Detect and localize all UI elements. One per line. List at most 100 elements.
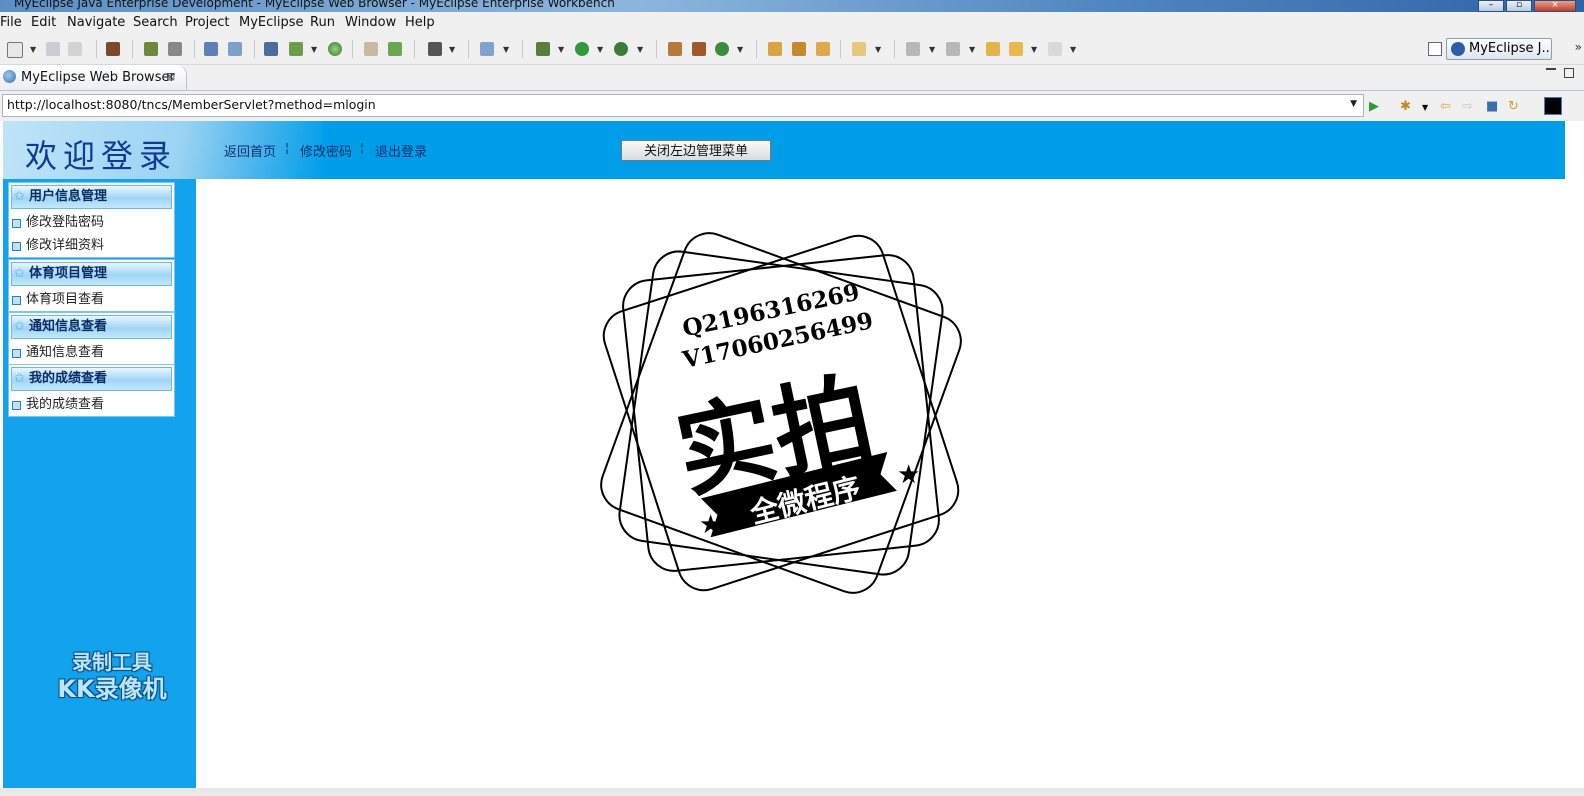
toolbar-separator	[352, 40, 353, 58]
new-class-icon[interactable]	[715, 42, 729, 56]
menu-myeclipse[interactable]: MyEclipse	[239, 15, 304, 30]
minimize-window-button[interactable]: –	[1478, 0, 1504, 12]
page-title: 欢迎登录	[25, 137, 178, 175]
toggle-menu-button[interactable]: 关闭左边管理菜单	[621, 140, 771, 161]
open-type-icon[interactable]	[768, 42, 782, 56]
toolbar-separator	[656, 40, 657, 58]
browser-forward-icon[interactable]: ⇨	[1462, 99, 1473, 114]
menu-search[interactable]: Search	[133, 15, 178, 30]
tab-web-browser[interactable]: MyEclipse Web Browser ⊠	[0, 65, 187, 90]
menu-group-title[interactable]: ✩ 我的成绩查看	[11, 367, 172, 391]
search-icon[interactable]	[228, 42, 242, 56]
menu-bar: File Edit Navigate Search Project MyEcli…	[0, 12, 1584, 34]
wizard-icon[interactable]	[204, 42, 218, 56]
browser-back-icon[interactable]: ⇦	[1440, 99, 1451, 114]
perspective-switcher[interactable]: MyEclipse J...	[1446, 38, 1552, 60]
menu-help[interactable]: Help	[405, 15, 435, 30]
external-tools-icon[interactable]	[614, 42, 628, 56]
close-window-button[interactable]: ×	[1534, 0, 1576, 12]
open-folder-icon[interactable]	[364, 42, 378, 56]
watermark-line1: 录制工具	[72, 650, 152, 674]
server-icon[interactable]	[168, 42, 182, 56]
tab-label: MyEclipse Web Browser	[21, 70, 175, 85]
chevron-down-icon[interactable]: ▼	[1031, 45, 1037, 54]
menu-edit[interactable]: Edit	[31, 15, 56, 30]
new-package-icon[interactable]	[692, 42, 706, 56]
favorites-icon[interactable]: ✱	[1400, 99, 1411, 114]
chevron-down-icon[interactable]: ▼	[597, 45, 603, 54]
close-icon[interactable]: ⊠	[166, 70, 175, 83]
stamp-overlay: ★ ★ Q2196316269 V17060256499 实拍 全微程序	[595, 227, 967, 599]
menu-item-change-login-password[interactable]: 修改登陆密码	[9, 211, 174, 234]
chevron-down-icon[interactable]: ▼	[1070, 45, 1076, 54]
menu-group-title[interactable]: ✩ 用户信息管理	[11, 185, 172, 209]
hierarchy-icon[interactable]	[264, 42, 278, 56]
new-file-icon[interactable]	[7, 42, 23, 58]
chevron-down-icon[interactable]: ▼	[637, 45, 643, 54]
menu-group-user: ✩ 用户信息管理 修改登陆密码 修改详细资料	[8, 182, 175, 258]
menu-project[interactable]: Project	[185, 15, 229, 30]
minimize-view-icon[interactable]	[1546, 68, 1556, 70]
change-password-link[interactable]: 修改密码	[300, 141, 352, 160]
star-icon: ✩	[14, 266, 25, 281]
next-annotation-icon[interactable]	[906, 42, 920, 56]
folder-icon[interactable]	[852, 42, 866, 56]
menu-item-view-notices[interactable]: 通知信息查看	[9, 341, 174, 364]
maximize-view-icon[interactable]	[1564, 68, 1574, 78]
menu-item-view-sports[interactable]: 体育项目查看	[9, 288, 174, 311]
open-perspective-icon[interactable]	[1428, 42, 1442, 56]
url-input[interactable]	[3, 95, 1337, 114]
chevron-down-icon[interactable]: ▼	[449, 45, 455, 54]
watermark-line2: KK录像机	[57, 675, 167, 703]
class-icon[interactable]	[289, 42, 303, 56]
menu-file[interactable]: File	[0, 15, 22, 30]
chevron-down-icon[interactable]: ▼	[875, 45, 881, 54]
print-icon[interactable]	[68, 42, 82, 56]
url-field[interactable]: ▼	[2, 94, 1364, 117]
browser-address-bar: ▼	[0, 91, 1584, 121]
camera-icon[interactable]	[428, 42, 442, 56]
go-icon[interactable]: ▶	[1369, 99, 1379, 114]
menu-item-edit-profile[interactable]: 修改详细资料	[9, 234, 174, 257]
menu-group-title[interactable]: ✩ 体育项目管理	[11, 262, 172, 286]
refresh-icon[interactable]: ↻	[1508, 99, 1519, 114]
previous-annotation-icon[interactable]	[946, 42, 960, 56]
chevron-right-icon[interactable]: »	[1575, 40, 1582, 54]
chevron-down-icon[interactable]: ▼	[1350, 99, 1357, 109]
chevron-down-icon[interactable]: ▼	[311, 45, 317, 54]
debug-icon[interactable]	[536, 42, 550, 56]
last-edit-icon[interactable]	[986, 42, 1000, 56]
logout-link[interactable]: 退出登录	[375, 141, 427, 160]
globe-icon[interactable]	[328, 42, 342, 56]
back-icon[interactable]	[1009, 42, 1023, 56]
menu-run[interactable]: Run	[310, 15, 335, 30]
menu-item-view-scores[interactable]: 我的成绩查看	[9, 393, 174, 416]
new-project-icon[interactable]	[668, 42, 682, 56]
task-icon[interactable]	[480, 42, 494, 56]
package-icon[interactable]	[106, 42, 120, 56]
stop-icon[interactable]: ■	[1486, 99, 1498, 114]
perspective-label: MyEclipse J...	[1469, 41, 1552, 56]
menu-group-title[interactable]: ✩ 通知信息查看	[11, 315, 172, 339]
chevron-down-icon[interactable]: ▼	[1422, 103, 1428, 112]
chevron-down-icon[interactable]: ▼	[969, 45, 975, 54]
save-icon[interactable]	[46, 42, 60, 56]
add-icon[interactable]	[388, 42, 402, 56]
bullet-icon	[12, 219, 21, 228]
deploy-icon[interactable]	[144, 42, 158, 56]
chevron-down-icon[interactable]: ▼	[929, 45, 935, 54]
chevron-down-icon[interactable]: ▼	[737, 45, 743, 54]
browser-menu-icon[interactable]	[1544, 97, 1562, 115]
home-link[interactable]: 返回首页	[224, 141, 276, 160]
open-task-icon[interactable]	[816, 42, 830, 56]
run-icon[interactable]	[575, 42, 589, 56]
menu-navigate[interactable]: Navigate	[67, 15, 125, 30]
chevron-down-icon[interactable]: ▼	[558, 45, 564, 54]
maximize-window-button[interactable]: ▫	[1506, 0, 1532, 12]
menu-group-notices: ✩ 通知信息查看 通知信息查看	[8, 312, 175, 365]
forward-icon[interactable]	[1048, 42, 1062, 56]
menu-window[interactable]: Window	[345, 15, 396, 30]
chevron-down-icon[interactable]: ▼	[503, 45, 509, 54]
chevron-down-icon[interactable]: ▼	[30, 45, 36, 54]
open-resource-icon[interactable]	[792, 42, 806, 56]
